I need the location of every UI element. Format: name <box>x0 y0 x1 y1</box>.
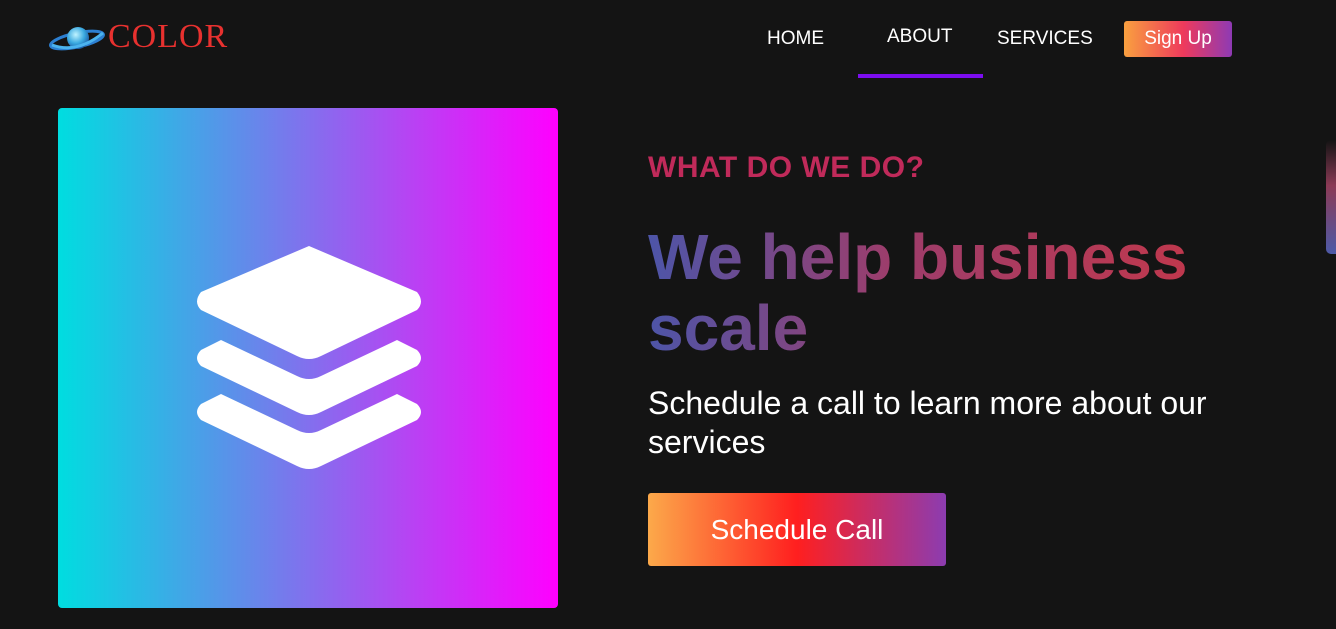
planet-icon <box>48 20 106 54</box>
logo-text: COLOR <box>108 18 229 55</box>
nav-services[interactable]: SERVICES <box>997 28 1093 50</box>
signup-button[interactable]: Sign Up <box>1124 21 1232 57</box>
hero-headline: We help business scale <box>648 222 1248 364</box>
nav-about[interactable]: ABOUT <box>887 26 952 48</box>
layers-icon <box>197 246 421 469</box>
nav-home[interactable]: HOME <box>767 28 824 50</box>
logo[interactable]: COLOR <box>48 20 228 54</box>
scrollbar-thumb[interactable] <box>1326 140 1336 254</box>
section-eyebrow: WHAT DO WE DO? <box>648 151 925 184</box>
schedule-call-button[interactable]: Schedule Call <box>648 493 946 566</box>
hero-image <box>58 108 558 608</box>
nav-active-indicator <box>858 74 983 78</box>
hero-subheadline: Schedule a call to learn more about our … <box>648 385 1207 460</box>
